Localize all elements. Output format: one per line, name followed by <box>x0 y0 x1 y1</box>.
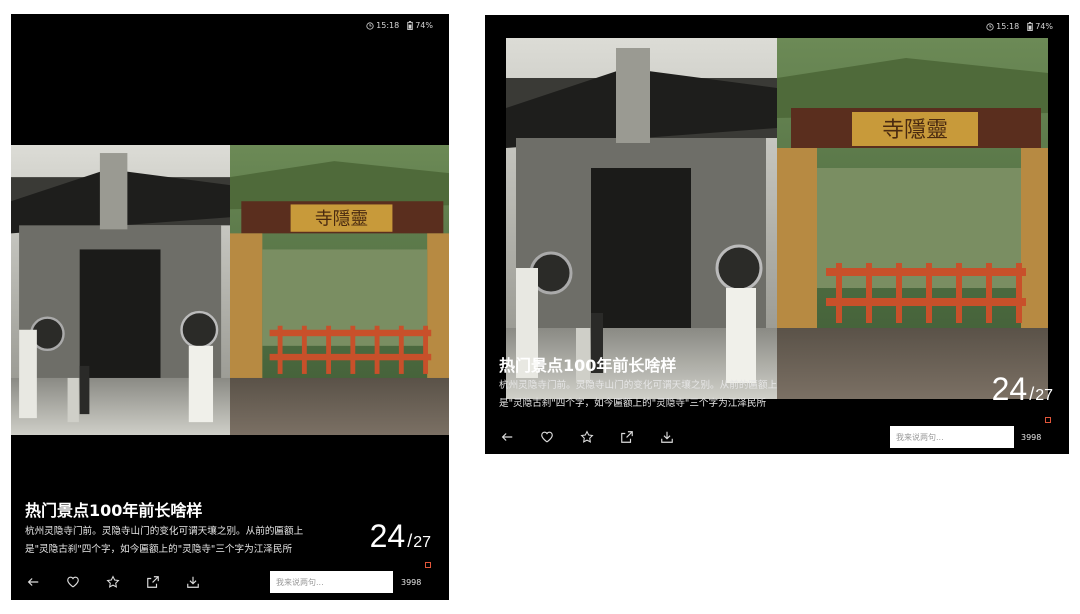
share-icon[interactable] <box>619 429 635 445</box>
total-pages: 27 <box>413 534 431 551</box>
photo-description: 杭州灵隐寺门前。灵隐寺山门的变化可谓天壤之别。从前的匾额上 是"灵隐古刹"四个字… <box>25 523 335 559</box>
photo-description: 杭州灵隐寺门前。灵隐寺山门的变化可谓天壤之别。从前的匾额上 是"灵隐古刹"四个字… <box>499 377 799 413</box>
bottom-toolbar: 我来说两句... 3998 <box>485 417 1069 448</box>
photo-title: 热门景点100年前长啥样 <box>499 356 677 375</box>
status-battery: 74% <box>415 21 433 30</box>
comment-count[interactable]: 3998 <box>1021 433 1041 442</box>
status-bar: 15:18 74% <box>366 21 433 30</box>
comparison-photo[interactable]: 寺隱靈 <box>506 38 1048 399</box>
bottom-toolbar: 我来说两句... 3998 <box>11 562 449 593</box>
page-counter: 24 / 27 <box>370 518 431 555</box>
current-page: 24 <box>991 371 1028 407</box>
page-counter: 24 / 27 <box>992 371 1053 408</box>
heart-icon[interactable] <box>539 429 555 445</box>
page-separator: / <box>1029 384 1035 404</box>
temple-sign-text: 寺隱靈 <box>882 118 948 143</box>
back-arrow-icon[interactable] <box>499 429 515 445</box>
star-icon[interactable] <box>579 429 595 445</box>
total-pages: 27 <box>1035 387 1053 404</box>
download-icon[interactable] <box>659 429 675 445</box>
status-time: 15:18 <box>376 21 400 30</box>
page-separator: / <box>407 531 413 551</box>
description-line: 杭州灵隐寺门前。灵隐寺山门的变化可谓天壤之别。从前的匾额上 <box>25 526 304 537</box>
temple-gate-comparison-image: 寺隱靈 <box>11 145 449 435</box>
clock-icon <box>986 22 994 31</box>
description-line: 是"灵隐古刹"四个字，如今匾额上的"灵隐寺"三个字为江泽民所 <box>499 398 767 409</box>
notification-dot-icon <box>425 562 431 568</box>
comment-input[interactable]: 我来说两句... <box>270 571 393 593</box>
current-page: 24 <box>369 518 406 554</box>
photo-title: 热门景点100年前长啥样 <box>25 501 203 520</box>
battery-icon <box>407 21 413 30</box>
comment-input[interactable]: 我来说两句... <box>890 426 1014 448</box>
description-line: 是"灵隐古刹"四个字，如今匾额上的"灵隐寺"三个字为江泽民所 <box>25 544 293 555</box>
heart-icon[interactable] <box>65 574 81 590</box>
star-icon[interactable] <box>105 574 121 590</box>
status-bar: 15:18 74% <box>986 22 1053 31</box>
comment-count[interactable]: 3998 <box>401 578 421 587</box>
download-icon[interactable] <box>185 574 201 590</box>
temple-gate-comparison-image: 寺隱靈 <box>506 38 1048 399</box>
clock-icon <box>366 21 374 30</box>
status-battery: 74% <box>1035 22 1053 31</box>
description-line: 杭州灵隐寺门前。灵隐寺山门的变化可谓天壤之别。从前的匾额上 <box>499 380 778 391</box>
viewer-panel-right: 15:18 74% 寺隱靈 热门景点100年前长啥样 杭州灵隐寺门前。灵隐寺山门… <box>485 15 1069 454</box>
notification-dot-icon <box>1045 417 1051 423</box>
comparison-photo[interactable]: 寺隱靈 <box>11 145 449 435</box>
viewer-panel-left: 15:18 74% 寺隱靈 热门景点100年前长啥样 杭州灵隐寺门前。灵隐寺山门… <box>11 14 449 600</box>
share-icon[interactable] <box>145 574 161 590</box>
status-time: 15:18 <box>996 22 1020 31</box>
back-arrow-icon[interactable] <box>25 574 41 590</box>
temple-sign-text: 寺隱靈 <box>315 209 368 230</box>
battery-icon <box>1027 22 1033 31</box>
